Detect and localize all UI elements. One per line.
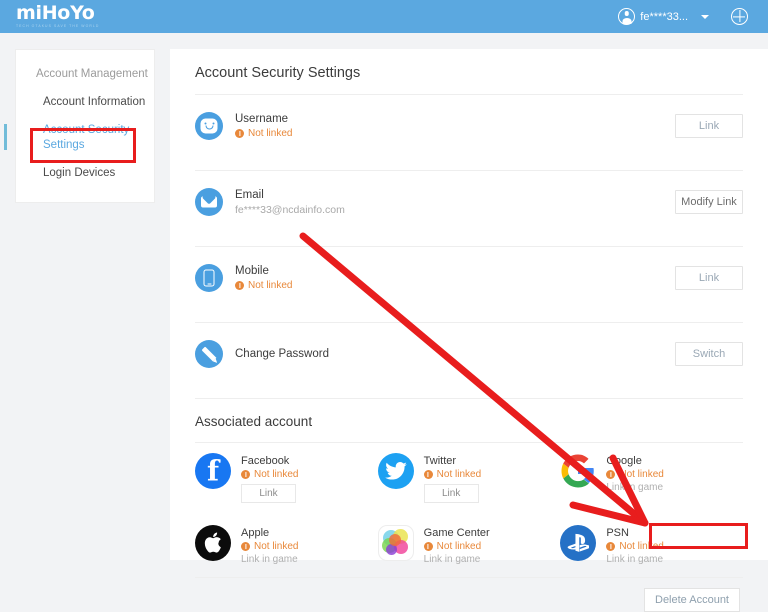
pencil-icon xyxy=(195,340,223,368)
sidebar-group-title: Account Management xyxy=(36,68,148,80)
facebook-icon xyxy=(195,453,231,489)
row-title: Email xyxy=(235,188,264,201)
link-in-game-note: Link in game xyxy=(606,482,664,493)
link-twitter-button[interactable]: Link xyxy=(423,484,479,503)
mihoyo-logo[interactable]: miHoYo TECH OTAKUS SAVE THE WORLD xyxy=(16,2,100,29)
user-menu[interactable]: fe****33... xyxy=(618,8,709,25)
page-title: Account Security Settings xyxy=(195,65,361,81)
account-name: Apple xyxy=(241,527,270,539)
associated-accounts-row-1: Facebook Not linked Link Twitter Not lin… xyxy=(170,443,768,503)
header-right-controls: fe****33... xyxy=(618,8,748,25)
warning-icon xyxy=(423,542,433,551)
status-badge: Not linked xyxy=(241,541,298,552)
chevron-down-icon[interactable] xyxy=(701,14,709,19)
logo-text: miHoYo xyxy=(16,2,95,25)
status-label: Not linked xyxy=(436,469,482,480)
status-badge: Not linked xyxy=(241,469,298,480)
envelope-icon xyxy=(195,188,223,216)
delete-account-area: Delete Account xyxy=(170,578,768,612)
main-content-card: Account Security Settings Username Not l… xyxy=(170,49,768,612)
row-title: Change Password xyxy=(235,348,329,360)
warning-icon xyxy=(235,129,244,138)
sidebar-nav: Account Management Account Information A… xyxy=(4,49,155,203)
link-mobile-button[interactable]: Link xyxy=(675,266,743,290)
warning-icon xyxy=(606,542,616,551)
user-name-label: fe****33... xyxy=(640,10,688,23)
modify-email-button[interactable]: Modify Link xyxy=(675,190,743,214)
security-row-username: Username Not linked Link xyxy=(170,95,768,157)
game-center-icon xyxy=(377,525,414,561)
status-badge: Not linked xyxy=(235,280,292,291)
security-row-change-password: Change Password Switch xyxy=(170,323,768,385)
account-name: Twitter xyxy=(423,455,457,467)
sidebar-item-account-information[interactable]: Account Information xyxy=(16,95,154,110)
sidebar-item-login-devices[interactable]: Login Devices xyxy=(16,166,154,181)
warning-icon xyxy=(235,281,244,290)
associated-item-apple: Apple Not linked Link in game xyxy=(195,525,378,565)
account-name: Google xyxy=(606,455,642,467)
status-badge: Not linked xyxy=(235,128,292,139)
active-accent-bar xyxy=(4,124,7,150)
user-avatar-icon xyxy=(618,8,636,25)
account-name: Game Center xyxy=(423,527,490,539)
sidebar-item-label: Account Information xyxy=(43,96,146,108)
smiley-face-icon xyxy=(195,112,223,140)
warning-icon xyxy=(423,470,433,479)
link-username-button[interactable]: Link xyxy=(675,114,743,138)
status-label: Not linked xyxy=(248,128,293,139)
status-label: Not linked xyxy=(248,280,293,291)
logo-tagline: TECH OTAKUS SAVE THE WORLD xyxy=(16,24,100,29)
status-label: Not linked xyxy=(254,469,299,480)
associated-item-facebook: Facebook Not linked Link xyxy=(195,453,378,503)
warning-icon xyxy=(241,470,250,479)
row-title: Username xyxy=(235,113,289,125)
status-label: Not linked xyxy=(254,541,299,552)
mobile-phone-icon xyxy=(195,264,223,292)
security-row-mobile: Mobile Not linked Link xyxy=(170,247,768,309)
status-label: Not linked xyxy=(619,469,664,480)
warning-icon xyxy=(241,542,250,551)
account-name: Facebook xyxy=(241,455,290,467)
globe-icon[interactable] xyxy=(731,8,748,25)
annotation-box-delete-account xyxy=(649,523,748,549)
associated-item-google: Google Not linked Link in game xyxy=(560,453,743,503)
apple-icon xyxy=(195,525,231,561)
warning-icon xyxy=(606,470,616,479)
associated-item-twitter: Twitter Not linked Link xyxy=(377,453,561,503)
status-label: Not linked xyxy=(436,541,482,552)
delete-account-button[interactable]: Delete Account xyxy=(644,588,740,612)
status-badge: Not linked xyxy=(606,469,664,480)
google-icon xyxy=(560,453,596,489)
row-title: Mobile xyxy=(235,265,269,277)
status-badge: Not linked xyxy=(423,469,482,480)
switch-password-button[interactable]: Switch xyxy=(675,342,743,366)
link-facebook-button[interactable]: Link xyxy=(241,484,296,503)
top-header-bar: miHoYo TECH OTAKUS SAVE THE WORLD fe****… xyxy=(0,0,768,33)
security-row-email: Email fe****33@ncdainfo.com Modify Link xyxy=(170,171,768,233)
sidebar-item-label: Login Devices xyxy=(43,167,116,179)
annotation-box-sidebar xyxy=(30,128,136,163)
section-title-associated-account: Associated account xyxy=(195,414,313,429)
status-badge: Not linked xyxy=(423,541,490,552)
associated-item-game-center: Game Center Not linked Link in game xyxy=(377,525,561,565)
psn-icon xyxy=(560,525,597,561)
email-value: fe****33@ncdainfo.com xyxy=(235,203,345,216)
twitter-icon xyxy=(377,453,414,489)
